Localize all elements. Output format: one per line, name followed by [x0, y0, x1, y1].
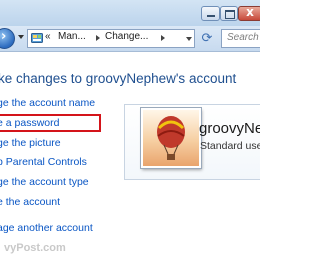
breadcrumb-separator-icon[interactable]	[96, 35, 100, 41]
main-content: ke changes to groovyNephew's account ge …	[0, 52, 260, 257]
maximize-icon	[225, 10, 235, 19]
user-account-type: Standard user	[200, 140, 260, 152]
address-bar[interactable]: « Man... Change...	[27, 29, 195, 48]
title-bar: x	[0, 0, 260, 26]
minimize-icon	[207, 15, 215, 17]
highlight-annotation	[0, 114, 101, 132]
search-box[interactable]: Search	[221, 29, 260, 48]
forward-button[interactable]: ›	[0, 28, 15, 49]
breadcrumb-separator-icon[interactable]	[161, 35, 165, 41]
task-manage-another-account[interactable]: age another account	[0, 222, 93, 234]
close-icon: x	[246, 5, 254, 19]
task-delete-account[interactable]: e the account	[0, 196, 60, 208]
hot-air-balloon-picture	[157, 116, 185, 160]
refresh-icon[interactable]: ⟳	[198, 30, 216, 48]
user-name: groovyNephew	[199, 120, 260, 137]
breadcrumb-manage-accounts[interactable]: Man...	[58, 31, 86, 42]
minimize-button[interactable]	[201, 6, 220, 21]
window: x › « Man... Change... ⟳ Search ke chang…	[0, 0, 260, 257]
task-parental-controls[interactable]: p Parental Controls	[0, 156, 87, 168]
recent-pages-dropdown-icon[interactable]	[18, 35, 24, 39]
search-placeholder: Search	[227, 32, 259, 43]
user-avatar	[141, 108, 201, 168]
forward-arrow-icon: ›	[1, 29, 7, 44]
watermark: vyPost.com	[4, 242, 66, 254]
address-dropdown-icon[interactable]	[186, 37, 192, 41]
breadcrumb-change-account[interactable]: Change...	[105, 31, 148, 42]
control-panel-icon	[31, 33, 43, 43]
close-button[interactable]: x	[238, 5, 260, 21]
page-title: ke changes to groovyNephew's account	[0, 71, 237, 86]
breadcrumb-overflow[interactable]: «	[45, 31, 51, 42]
task-change-account-name[interactable]: ge the account name	[0, 97, 95, 109]
task-change-picture[interactable]: ge the picture	[0, 137, 61, 149]
maximize-button[interactable]	[220, 6, 238, 21]
navigation-bar: › « Man... Change... ⟳ Search	[0, 26, 260, 52]
task-change-account-type[interactable]: ge the account type	[0, 176, 89, 188]
